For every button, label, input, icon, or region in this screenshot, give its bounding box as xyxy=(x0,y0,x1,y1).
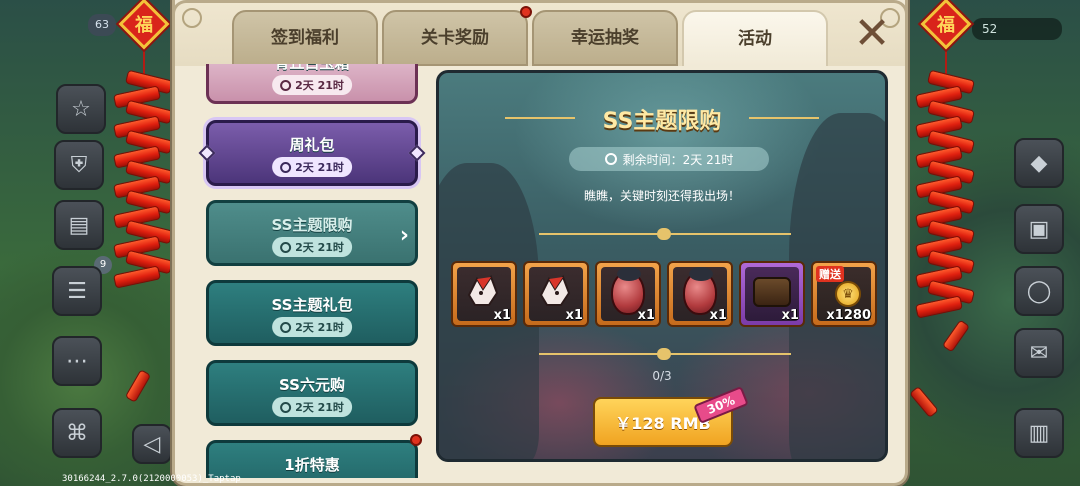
crown-coin-icon: ♛ xyxy=(835,281,861,307)
clock-icon xyxy=(280,321,292,333)
reward-qty: x1 xyxy=(565,308,583,323)
event-item[interactable]: SS六元购 2天 21时 xyxy=(206,360,418,426)
fortune-tag-icon: 福 xyxy=(118,0,170,50)
star-side-button[interactable]: ☆ xyxy=(56,84,106,134)
reward-slot[interactable]: x1 xyxy=(451,261,517,327)
reward-qty: x1 xyxy=(781,308,799,323)
event-item-name: SS主题礼包 xyxy=(271,296,353,314)
chevron-right-icon: › xyxy=(399,223,409,248)
event-item[interactable]: SS主题礼包 2天 21时 xyxy=(206,280,418,346)
divider xyxy=(539,228,791,240)
panel-ornament xyxy=(182,8,202,28)
divider xyxy=(539,348,791,360)
event-item-name: 周礼包 xyxy=(289,136,335,154)
tab-stage-rewards[interactable]: 关卡奖励 xyxy=(382,10,528,66)
reward-qty: x1 xyxy=(637,308,655,323)
event-item-time-text: 2天 21时 xyxy=(295,321,344,334)
event-item[interactable]: 1折特惠 xyxy=(206,440,418,478)
fortune-tag-icon: 福 xyxy=(920,0,972,50)
gift-side-button[interactable]: ▣ xyxy=(1014,204,1064,254)
event-item-time: 2天 21时 xyxy=(272,317,352,337)
event-notification-dot xyxy=(410,434,422,446)
event-item[interactable]: 周礼包 2天 21时 xyxy=(198,120,426,186)
event-item-time-text: 2天 21时 xyxy=(295,401,344,414)
close-icon[interactable]: ✕ xyxy=(850,12,894,56)
clock-icon xyxy=(280,401,292,413)
creature-icon xyxy=(539,274,571,306)
reward-qty: x1280 xyxy=(826,308,871,323)
event-item-name: SS六元购 xyxy=(279,376,345,394)
chest-icon xyxy=(753,277,791,307)
reward-slot[interactable]: x1 xyxy=(523,261,589,327)
tab-notification-dot xyxy=(520,6,532,18)
reward-qty: x1 xyxy=(709,308,727,323)
fortune-tag-text: 福 xyxy=(937,15,955,36)
creature-icon xyxy=(467,274,499,306)
chest-side-button[interactable]: ▥ xyxy=(1014,408,1064,458)
reward-slot-bonus[interactable]: 赠送 ♛ x1280 xyxy=(811,261,877,327)
reward-list: x1 x1 x1 x1 x1 赠送 ♛ x1280 xyxy=(451,261,881,327)
event-item-name: SS主题限购 xyxy=(271,216,353,234)
event-item[interactable]: 青丘白玉箱 2天 21时 xyxy=(206,64,418,104)
event-item-time-text: 2天 21时 xyxy=(295,79,344,92)
event-detail: SS主题限购 剩余时间：2天 21时 瞧瞧，关键时刻还得我出场！ x1 x1 x… xyxy=(436,70,888,462)
fortune-tag-text: 福 xyxy=(135,15,153,36)
reward-slot[interactable]: x1 xyxy=(595,261,661,327)
clock-icon xyxy=(280,161,292,173)
chat-side-button[interactable]: ☰ xyxy=(52,266,102,316)
reward-qty: x1 xyxy=(493,308,511,323)
rank-side-button[interactable]: ◆ xyxy=(1014,138,1064,188)
event-item-name: 1折特惠 xyxy=(284,456,340,474)
build-info: 30166244_2.7.0(2120000053)_Taptap xyxy=(62,474,241,484)
event-item-time: 2天 21时 xyxy=(272,237,352,257)
detail-timer: 剩余时间：2天 21时 xyxy=(569,147,769,171)
helmet-side-button[interactable]: ⛨ xyxy=(54,140,104,190)
right-hud-counter: 52 xyxy=(972,18,1062,40)
more-side-button[interactable]: ⋯ xyxy=(52,336,102,386)
clock-icon xyxy=(604,153,617,165)
egg-side-button[interactable]: ◯ xyxy=(1014,266,1064,316)
reward-slot[interactable]: x1 xyxy=(667,261,733,327)
clock-icon xyxy=(280,241,292,253)
purchase-progress: 0/3 xyxy=(652,369,672,383)
tab-events[interactable]: 活动 xyxy=(682,10,828,66)
book-side-button[interactable]: ▤ xyxy=(54,200,104,250)
bonus-tag: 赠送 xyxy=(816,266,844,282)
detail-timer-text: 剩余时间：2天 21时 xyxy=(622,152,734,167)
quest-side-button[interactable]: ✉ xyxy=(1014,328,1064,378)
map-side-button[interactable]: ⌘ xyxy=(52,408,102,458)
back-arrow-button[interactable]: ◁ xyxy=(132,424,172,464)
tab-lucky-draw[interactable]: 幸运抽奖 xyxy=(532,10,678,66)
event-item-time-text: 2天 21时 xyxy=(295,161,344,174)
detail-title-box: SS主题限购 xyxy=(439,103,885,135)
event-item-time-text: 2天 21时 xyxy=(295,241,344,254)
event-item-time: 2天 21时 xyxy=(272,157,352,177)
clock-icon xyxy=(280,79,292,91)
detail-title: SS主题限购 xyxy=(504,103,819,135)
firecracker-right: 福 xyxy=(914,0,978,319)
firecracker-left: 福 xyxy=(112,0,176,289)
event-item-time: 2天 21时 xyxy=(272,75,352,95)
tab-signin[interactable]: 签到福利 xyxy=(232,10,378,66)
event-item-name: 青丘白玉箱 xyxy=(209,64,415,73)
event-item-selected[interactable]: SS主题限购 › 2天 21时 xyxy=(206,200,418,266)
event-list[interactable]: 青丘白玉箱 2天 21时 周礼包 2天 21时 SS主题限购 › 2天 21时 … xyxy=(198,64,428,478)
detail-description: 瞧瞧，关键时刻还得我出场！ xyxy=(583,189,740,203)
tab-bar: 签到福利 关卡奖励 幸运抽奖 活动 xyxy=(232,10,832,66)
event-item-time: 2天 21时 xyxy=(272,397,352,417)
reward-slot[interactable]: x1 xyxy=(739,261,805,327)
